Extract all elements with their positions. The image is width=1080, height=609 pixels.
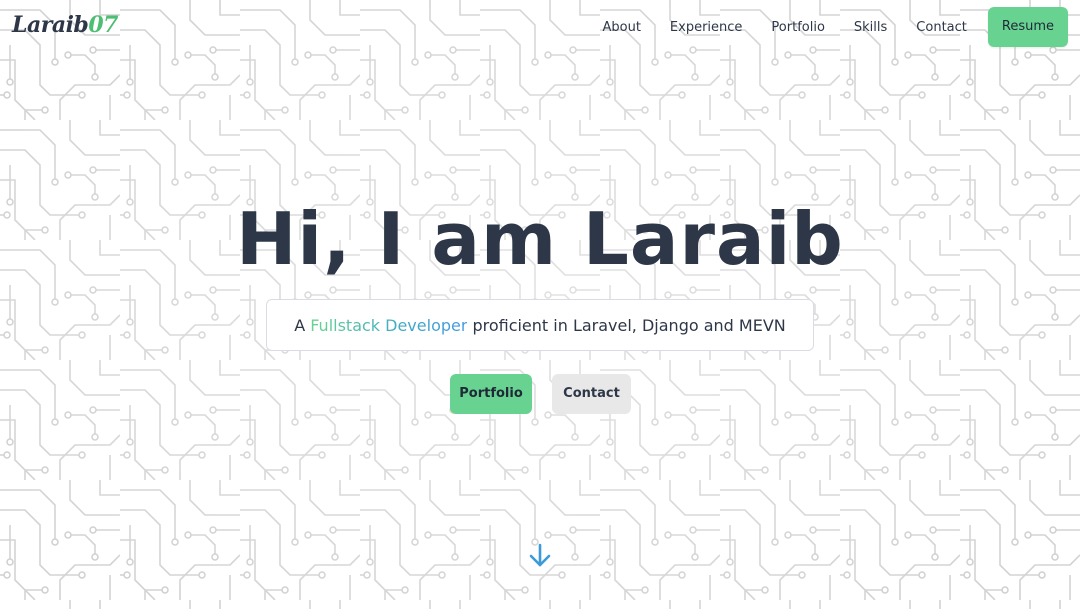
logo-text: Laraib [12,12,89,38]
hero-title: Hi, I am Laraib [236,197,844,281]
subtitle-highlight: Fullstack Developer [310,315,468,335]
nav-links: About Experience Portfolio Skills Contac… [602,7,1068,47]
hero-buttons: Portfolio Contact [450,374,631,414]
navbar: Laraib07 About Experience Portfolio Skil… [0,0,1080,56]
contact-button[interactable]: Contact [552,374,631,414]
portfolio-button[interactable]: Portfolio [450,374,532,414]
nav-item-about[interactable]: About [602,20,640,35]
hero-subtitle: A Fullstack Developer proficient in Lara… [266,299,814,351]
subtitle-prefix: A [294,315,306,335]
page: Laraib07 About Experience Portfolio Skil… [0,0,1080,609]
logo-accent: 07 [88,12,118,38]
nav-item-skills[interactable]: Skills [854,20,887,35]
logo[interactable]: Laraib07 [12,12,118,38]
nav-item-experience[interactable]: Experience [670,20,743,35]
subtitle-suffix: proficient in Laravel, Django and MEVN [472,315,786,335]
resume-button[interactable]: Resume [987,7,1068,47]
nav-item-contact[interactable]: Contact [916,20,967,35]
arrow-down-icon[interactable] [527,542,553,570]
nav-item-portfolio[interactable]: Portfolio [771,20,824,35]
